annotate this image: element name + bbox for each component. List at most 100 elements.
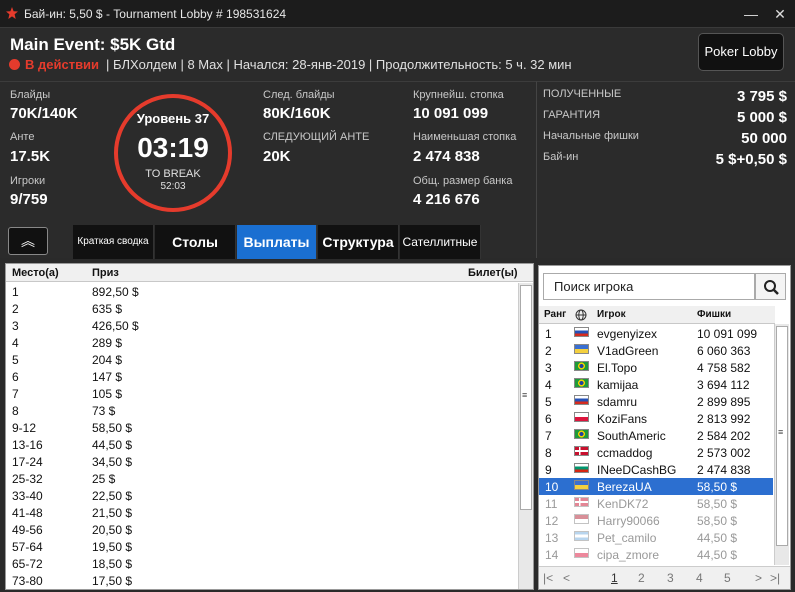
player-row[interactable]: 4 kamijaa 3 694 112 (539, 376, 773, 393)
player-row[interactable]: 10 BerezaUA 58,50 $ (539, 478, 773, 495)
country-flag-icon (574, 429, 589, 439)
globe-icon[interactable] (575, 309, 587, 321)
poker-lobby-button[interactable]: Poker Lobby (698, 33, 784, 71)
scroll-grip-icon: ≡ (778, 427, 784, 437)
player-row[interactable]: 2 V1adGreen 6 060 363 (539, 342, 773, 359)
players-scrollbar[interactable]: ≡ (774, 324, 789, 565)
ante-label: Анте (10, 131, 35, 143)
player-column-header[interactable]: Игрок (597, 309, 626, 320)
window-titlebar: Бай-ин: 5,50 $ - Tournament Lobby # 1985… (0, 0, 795, 28)
payout-row: 49-56 20,50 $ (6, 521, 520, 538)
live-status-icon (9, 59, 20, 70)
payout-row: 17-24 34,50 $ (6, 453, 520, 470)
ticket-column-header[interactable]: Билет(ы) (468, 267, 518, 279)
country-flag-icon (574, 548, 589, 558)
payout-row: 73-80 17,50 $ (6, 572, 520, 589)
player-name: KenDK72 (597, 497, 649, 511)
player-row[interactable]: 11 KenDK72 58,50 $ (539, 495, 773, 512)
payout-row: 33-40 22,50 $ (6, 487, 520, 504)
payout-prize: 105 $ (92, 387, 123, 401)
page-link[interactable]: 2 (638, 571, 645, 585)
payout-prize: 17,50 $ (92, 574, 133, 588)
player-name: sdamru (597, 395, 638, 409)
prize-column-header[interactable]: Приз (92, 267, 119, 279)
minimize-button[interactable]: — (741, 4, 761, 24)
player-chips: 2 474 838 (697, 463, 751, 477)
payout-row: 2 635 $ (6, 300, 520, 317)
tab-satellites[interactable]: Сателлитные (400, 225, 481, 259)
payout-row: 7 105 $ (6, 385, 520, 402)
first-page-icon[interactable]: |< (543, 571, 553, 585)
tournament-header: Main Event: $5K Gtd В действии | БЛХолде… (0, 28, 795, 81)
players-scrollbar-thumb[interactable]: ≡ (776, 326, 788, 546)
player-rank: 2 (545, 344, 552, 358)
payouts-scrollbar-thumb[interactable]: ≡ (520, 285, 532, 510)
collapse-button[interactable]: ︽ (8, 227, 48, 255)
country-flag-icon (574, 497, 589, 507)
status-text: В действии (25, 57, 100, 72)
last-page-icon[interactable]: >| (770, 571, 780, 585)
payout-prize: 44,50 $ (92, 438, 133, 452)
smallest-stack-label: Наименьшая стопка (413, 131, 517, 143)
rank-column-header[interactable]: Ранг (544, 309, 566, 320)
player-rank: 5 (545, 395, 552, 409)
starting-chips-value: 50 000 (741, 130, 787, 147)
player-rank: 1 (545, 327, 552, 341)
level-timer: 03:19 (137, 132, 209, 163)
payout-row: 1 892,50 $ (6, 283, 520, 300)
payout-place: 73-80 (12, 574, 43, 588)
player-chips: 3 694 112 (697, 378, 750, 392)
received-value: 3 795 $ (736, 88, 787, 105)
player-row[interactable]: 1 evgenyizex 10 091 099 (539, 325, 773, 342)
next-page-icon[interactable]: > (755, 571, 762, 585)
prev-page-icon[interactable]: < (563, 571, 570, 585)
payout-place: 49-56 (12, 523, 43, 537)
player-row[interactable]: 5 sdamru 2 899 895 (539, 393, 773, 410)
payout-place: 6 (12, 370, 19, 384)
player-chips: 2 584 202 (697, 429, 751, 443)
page-link[interactable]: 1 (611, 571, 618, 585)
largest-stack-label: Крупнейш. стопка (413, 89, 504, 101)
place-column-header[interactable]: Место(а) (12, 267, 59, 279)
player-name: V1adGreen (597, 344, 659, 358)
player-row[interactable]: 12 Harry90066 58,50 $ (539, 512, 773, 529)
page-link[interactable]: 3 (667, 571, 674, 585)
payout-prize: 25 $ (92, 472, 116, 486)
window-title: Бай-ин: 5,50 $ - Tournament Lobby # 1985… (24, 7, 287, 21)
player-rank: 14 (545, 548, 559, 562)
player-chips: 58,50 $ (697, 497, 738, 511)
player-row[interactable]: 8 ccmaddog 2 573 002 (539, 444, 773, 461)
player-row[interactable]: 6 KoziFans 2 813 992 (539, 410, 773, 427)
player-row[interactable]: 3 El.Topo 4 758 582 (539, 359, 773, 376)
player-row[interactable]: 9 INeeDCashBG 2 474 838 (539, 461, 773, 478)
player-row[interactable]: 14 cipa_zmore 44,50 $ (539, 546, 773, 563)
tab-summary[interactable]: Краткая сводка (73, 225, 154, 259)
payout-place: 17-24 (12, 455, 43, 469)
tab-tables[interactable]: Столы (155, 225, 236, 259)
player-chips: 2 573 002 (697, 446, 751, 460)
received-label: ПОЛУЧЕННЫЕ (543, 88, 622, 100)
players-value: 9/759 (10, 191, 48, 208)
page-link[interactable]: 4 (696, 571, 703, 585)
player-name: El.Topo (597, 361, 638, 375)
payouts-table: Место(а) Приз Билет(ы) 1 892,50 $2 635 $3 4… (5, 263, 534, 590)
close-button[interactable]: ✕ (770, 4, 790, 24)
player-chips: 4 758 582 (697, 361, 751, 375)
blinds-label: Блайды (10, 89, 51, 101)
tab-structure[interactable]: Структура (318, 225, 399, 259)
next-ante-value: 20K (263, 148, 291, 165)
tab-payouts[interactable]: Выплаты (237, 225, 317, 259)
country-flag-icon (574, 395, 589, 405)
smallest-stack-value: 2 474 838 (413, 148, 480, 165)
search-button[interactable] (755, 273, 786, 300)
player-row[interactable]: 7 SouthAmeric 2 584 202 (539, 427, 773, 444)
page-link[interactable]: 5 (724, 571, 731, 585)
chips-column-header[interactable]: Фишки (697, 309, 731, 320)
guarantee-value: 5 000 $ (736, 109, 787, 126)
player-search-input[interactable]: Поиск игрока (543, 273, 755, 300)
player-name: KoziFans (597, 412, 648, 426)
payouts-scrollbar[interactable]: ≡ (518, 283, 533, 589)
player-row[interactable]: 13 Pet_camilo 44,50 $ (539, 529, 773, 546)
payout-prize: 426,50 $ (92, 319, 139, 333)
payout-prize: 22,50 $ (92, 489, 133, 503)
